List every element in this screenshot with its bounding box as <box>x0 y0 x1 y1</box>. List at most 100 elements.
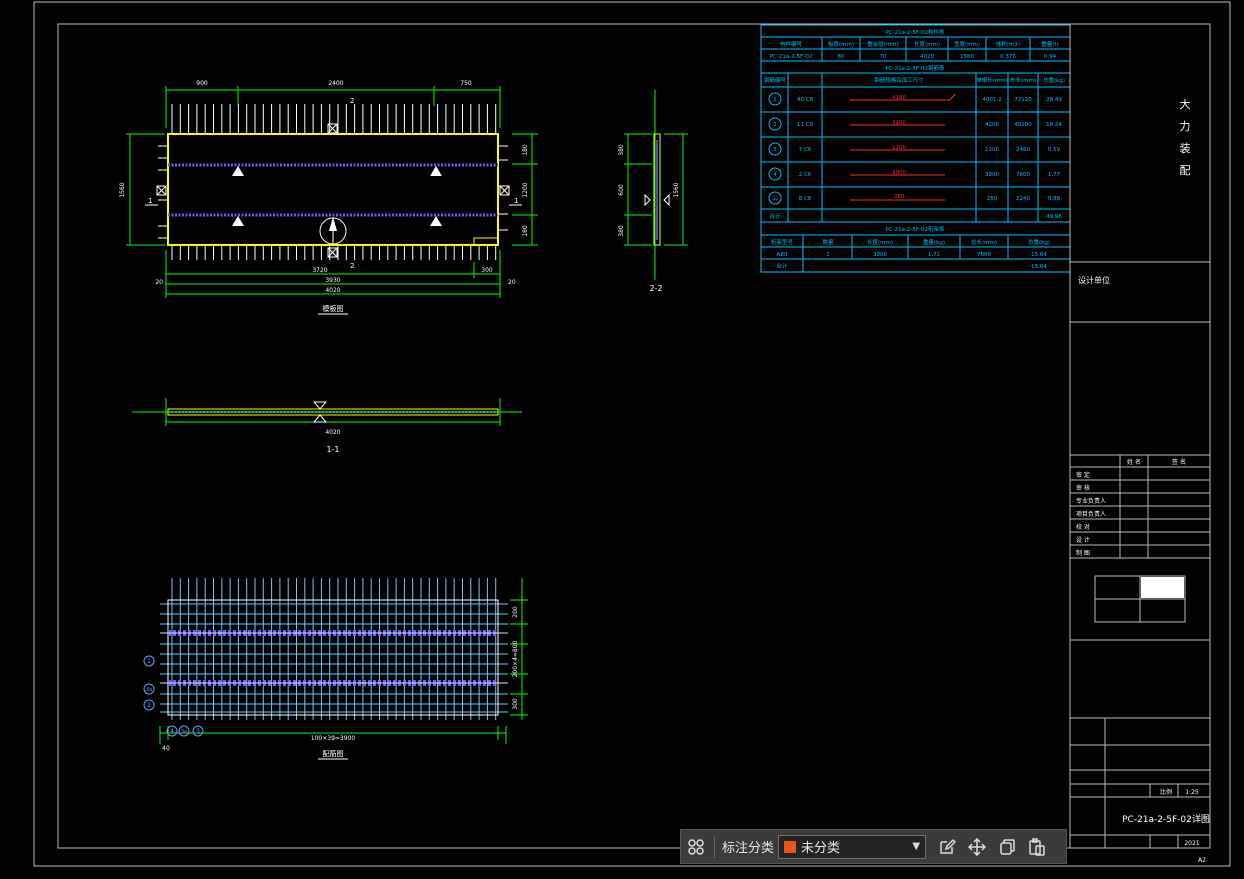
truss-cell-3: 1.72 <box>928 252 940 258</box>
rebar-row-1-dim: 4160 <box>892 95 906 101</box>
side-dim-3: 380 <box>618 225 625 237</box>
truss-header-1: 数量 <box>822 238 834 246</box>
truss-header-3: 重量(kg) <box>923 238 945 246</box>
rebar-row-5-len: 280 <box>987 196 998 202</box>
section-mark-1-left: 1 <box>148 197 152 205</box>
section-1-1-view: 4020 1-1 <box>132 398 522 454</box>
truss-total-label: 合计 <box>776 262 788 270</box>
role-3: 专业负责人 <box>1076 497 1106 505</box>
sheet-size: A2 <box>1198 857 1206 864</box>
section-2-2-caption: 2-2 <box>649 284 662 293</box>
rebar-row-4-len: 3900 <box>985 172 999 178</box>
truss-cell-4: 7800 <box>977 252 991 258</box>
component-header-6: 重量(t) <box>1041 40 1058 48</box>
component-header-4: 宽度(mm) <box>954 40 980 48</box>
rebar-row-2-total: 46200 <box>1014 122 1032 128</box>
category-color-swatch <box>784 840 797 853</box>
sign-header-sign: 签 名 <box>1172 458 1186 466</box>
rebar-row-2-weight: 18.24 <box>1046 122 1062 128</box>
annotation-category-dropdown[interactable]: 未分类 ▼ <box>778 834 927 859</box>
component-header-2: 叠合层(mm) <box>867 40 899 48</box>
sheet-border-inner <box>57 23 1211 849</box>
side-dim-total: 1560 <box>673 182 680 197</box>
category-selected-value: 未分类 <box>801 841 841 856</box>
rebar-row-1-weight: 28.49 <box>1046 97 1062 103</box>
rebar-row-5-weight: 0.88 <box>1048 196 1061 202</box>
rebar-row-4-total: 7800 <box>1016 172 1030 178</box>
company-name-char-4: 配 <box>1180 164 1191 177</box>
rebar-total-label: 合计 <box>769 212 781 220</box>
section-mark-2-bottom: 2 <box>350 262 354 270</box>
rebar-row-3-id: 3 <box>773 147 777 153</box>
side-dim-2: 600 <box>618 184 625 196</box>
rebar-plan-dim-right-4: 200×4=800 <box>512 640 519 677</box>
rebar-row-5-spec: 8 C8 <box>799 196 812 202</box>
rebar-row-5-dim: 280 <box>894 194 905 200</box>
rebar-row-2-dim: 4200 <box>892 120 906 126</box>
plan-dim-top-2: 2400 <box>328 80 343 87</box>
rebar-table-title: PC-21a-2-5F-02钢筋表 <box>885 64 945 72</box>
truss-table-title: PC-21a-2-5F-02桁架表 <box>885 225 945 233</box>
sign-header-name: 姓 名 <box>1127 458 1141 466</box>
role-2: 审 核 <box>1076 484 1090 492</box>
truss-cell-0: A80 <box>777 252 788 258</box>
component-cell-4: 1560 <box>960 54 974 60</box>
annotation-category-label: 标注分类 <box>722 841 775 856</box>
component-cell-3: 4020 <box>920 54 934 60</box>
rebar-row-5-total: 2240 <box>1016 196 1030 202</box>
rebar-row-4-spec: 2 C6 <box>799 172 812 178</box>
rebar-mark-4: 4 <box>170 728 174 735</box>
cad-drawing-canvas[interactable]: 1 1 2 2 900 2400 750 3720 300 3930 4020 … <box>0 0 1244 879</box>
rebar-mark-2: 2 <box>147 702 151 709</box>
plan-dim-bottom-4: 4020 <box>325 287 340 294</box>
grid-apps-icon[interactable] <box>681 832 711 862</box>
rebar-plan-dim-bottom: 100×39=3900 <box>311 735 356 742</box>
component-header-1: 板厚(mm) <box>828 40 854 48</box>
copy-icon[interactable] <box>992 832 1022 862</box>
drawing-name: PC-21a-2-5F-02详图 <box>1122 813 1210 825</box>
plan-dim-bottom-3: 3930 <box>325 277 340 284</box>
company-name-char-1: 大 <box>1180 97 1191 111</box>
rebar-mark-3a: 3a <box>146 687 152 693</box>
role-4: 项目负责人 <box>1076 510 1106 518</box>
role-5: 校 对 <box>1076 523 1090 531</box>
rebar-mark-1: 1 <box>147 658 151 665</box>
component-cell-1: 60 <box>838 54 845 60</box>
rebar-mark-3a-bottom: 3a <box>181 729 187 735</box>
plan-dim-top-3: 750 <box>460 80 472 87</box>
rebar-row-2-spec: 11 C8 <box>797 122 814 128</box>
rebar-mark-3: 3 <box>196 728 200 735</box>
role-1: 审 定 <box>1076 471 1090 479</box>
paste-icon[interactable] <box>1022 832 1052 862</box>
rebar-header-4: 总重(kg) <box>1043 76 1065 84</box>
rebar-plan-dim-right-1: 200 <box>512 606 519 618</box>
plan-caption: 模板图 <box>323 304 344 313</box>
rebar-plan-view: 100×39=3900 40 200 200×4=800 300 配筋图 1 3… <box>143 578 528 760</box>
role-6: 设 计 <box>1076 536 1090 544</box>
plan-dim-small-left: 20 <box>155 279 163 286</box>
rebar-row-2-id: 2 <box>773 122 777 128</box>
title-logo-block <box>1141 577 1184 598</box>
rebar-row-3-dim: 1200 <box>892 145 906 151</box>
company-name-char-3: 装 <box>1180 142 1191 155</box>
section-mark-1-right: 1 <box>514 197 518 205</box>
rebar-row-1-len: 4001.2 <box>982 97 1001 103</box>
move-icon[interactable] <box>962 832 992 862</box>
component-cell-0: PC-21a-2-5F-02 <box>770 54 813 60</box>
plan-dim-left-1: 1560 <box>119 182 126 197</box>
truss-header-5: 总重(kg) <box>1028 238 1050 246</box>
plan-dim-right-1: 180 <box>522 144 529 156</box>
truss-total-value: 15.64 <box>1031 264 1047 270</box>
role-7: 制 图 <box>1076 549 1090 557</box>
component-table-title: PC-21a-2-5F-02构件表 <box>885 28 945 36</box>
rebar-header-1: 钢筋规格及加工尺寸 <box>874 76 924 84</box>
section-mark-2-top: 2 <box>350 97 354 105</box>
edit-icon[interactable] <box>932 832 962 862</box>
truss-cell-2: 3900 <box>873 252 887 258</box>
plan-dim-right-3: 1200 <box>522 182 529 197</box>
truss-cell-5: 15.64 <box>1031 252 1047 258</box>
component-header-5: 体积(m3) <box>996 40 1020 48</box>
truss-header-0: 桁架型号 <box>771 238 794 246</box>
rebar-plan-dim-40: 40 <box>162 745 170 752</box>
rebar-row-1-spec: 40 C8 <box>797 97 814 103</box>
